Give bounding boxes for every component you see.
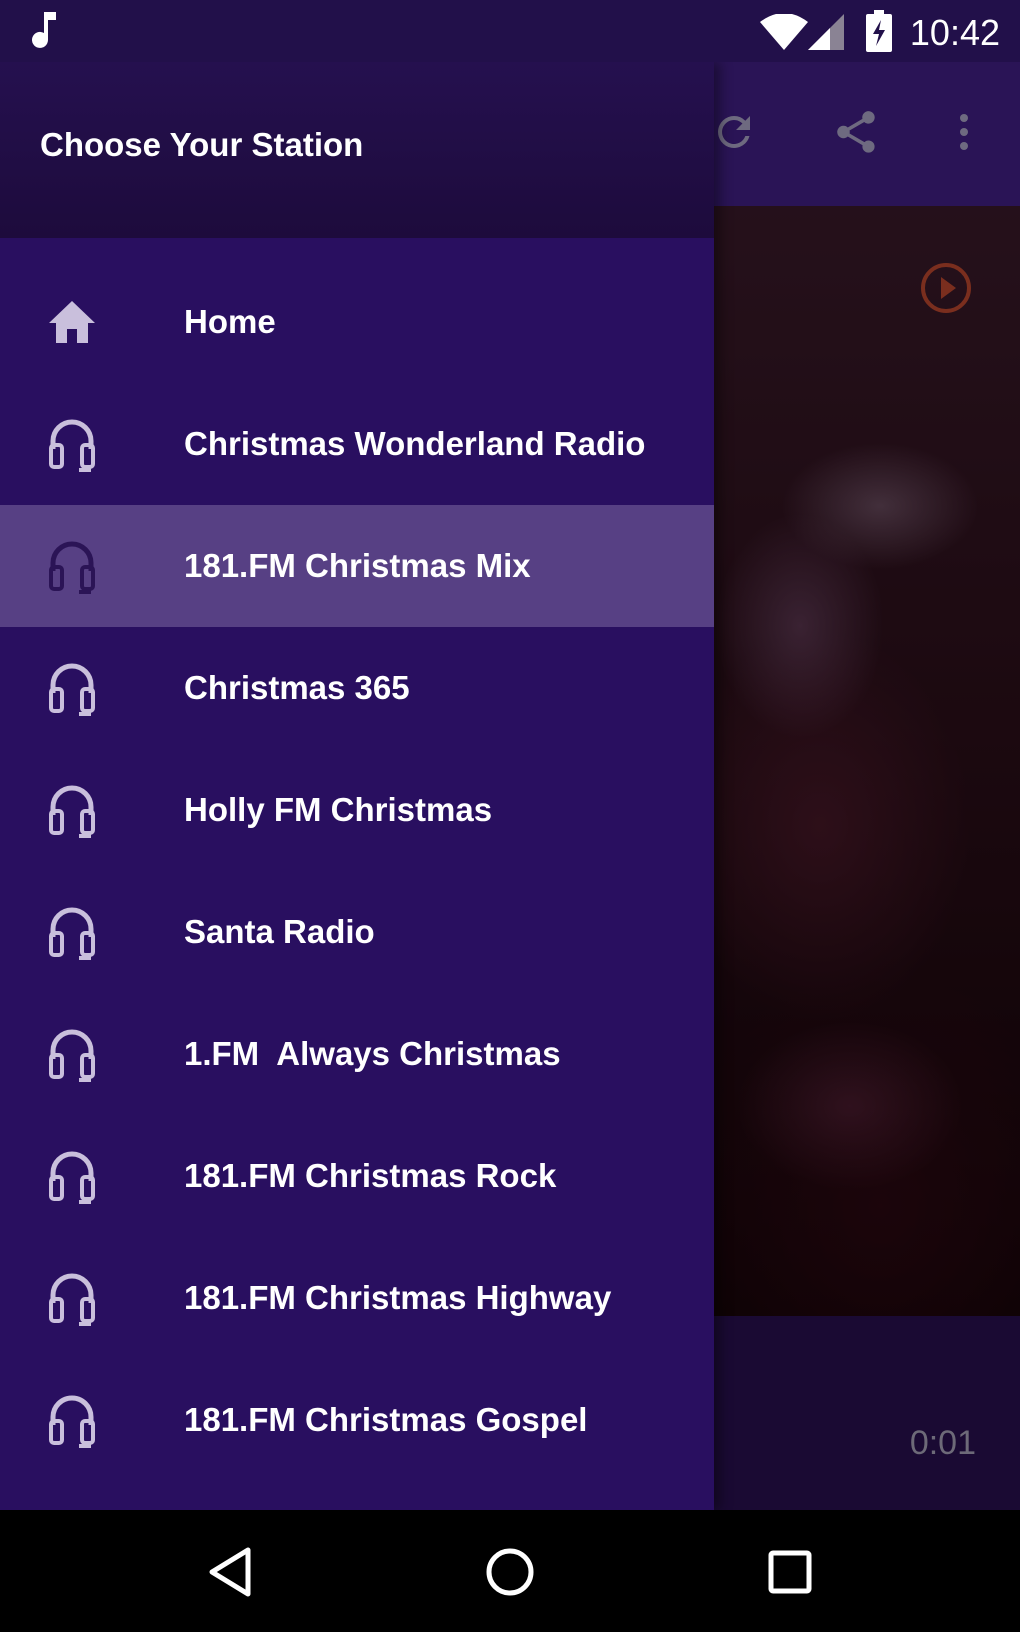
wifi-icon [760, 13, 808, 54]
status-time: 10:42 [909, 12, 1000, 53]
station-list: Home Christmas Wonderland Radio 181.FM Chr… [0, 261, 714, 1481]
headphones-icon [44, 1024, 100, 1084]
drawer-item-label: 181.FM Christmas Highway [184, 1279, 612, 1316]
headphones-icon [44, 658, 100, 718]
elapsed-time: 0:01 [909, 1424, 976, 1462]
drawer-item-label: Christmas 365 [184, 669, 410, 706]
drawer-item-label: Home [184, 303, 276, 340]
home-icon [44, 292, 100, 352]
drawer-item[interactable]: Christmas Wonderland Radio [0, 383, 714, 505]
headphones-icon [44, 1268, 100, 1328]
drawer-item-label: 181.FM Christmas Mix [184, 547, 531, 584]
screen: 0:01 10:42 Choose Your Station Home Chri… [0, 0, 1020, 1632]
headphones-icon [44, 414, 100, 474]
drawer-item[interactable]: 1.FM Always Christmas [0, 993, 714, 1115]
recents-icon[interactable] [758, 1540, 822, 1604]
headphones-icon [44, 780, 100, 840]
headphones-icon [44, 536, 100, 596]
music-note-icon [30, 12, 62, 54]
drawer-title: Choose Your Station [40, 126, 364, 163]
share-icon[interactable] [824, 100, 888, 164]
back-icon[interactable] [198, 1540, 262, 1604]
home-circle-icon[interactable] [478, 1540, 542, 1604]
drawer-item[interactable]: Home [0, 261, 714, 383]
drawer-item-label: 181.FM Christmas Rock [184, 1157, 557, 1194]
drawer-item-label: 1.FM Always Christmas [184, 1035, 561, 1072]
drawer-item[interactable]: 181.FM Christmas Rock [0, 1115, 714, 1237]
drawer-item-label: Holly FM Christmas [184, 791, 493, 828]
drawer-item[interactable]: Santa Radio [0, 871, 714, 993]
status-bar: 10:42 [0, 0, 1020, 62]
navigation-drawer: Choose Your Station Home Christmas Wonder… [0, 62, 714, 1510]
more-vert-icon[interactable] [932, 100, 996, 164]
headphones-icon [44, 1390, 100, 1450]
drawer-item-label: Christmas Wonderland Radio [184, 425, 646, 462]
drawer-item[interactable]: Christmas 365 [0, 627, 714, 749]
cell-signal-icon [808, 14, 844, 54]
battery-charging-icon [866, 10, 892, 56]
drawer-item[interactable]: 181.FM Christmas Highway [0, 1237, 714, 1359]
drawer-item-label: 181.FM Christmas Gospel [184, 1401, 588, 1438]
drawer-item[interactable]: 181.FM Christmas Mix [0, 505, 714, 627]
drawer-item[interactable]: 181.FM Christmas Gospel [0, 1359, 714, 1481]
headphones-icon [44, 902, 100, 962]
system-nav-bar [0, 1510, 1020, 1632]
headphones-icon [44, 1146, 100, 1206]
drawer-header: Choose Your Station [0, 62, 714, 238]
drawer-item[interactable]: Holly FM Christmas [0, 749, 714, 871]
drawer-item-label: Santa Radio [184, 913, 375, 950]
play-circle-icon[interactable] [920, 262, 972, 314]
